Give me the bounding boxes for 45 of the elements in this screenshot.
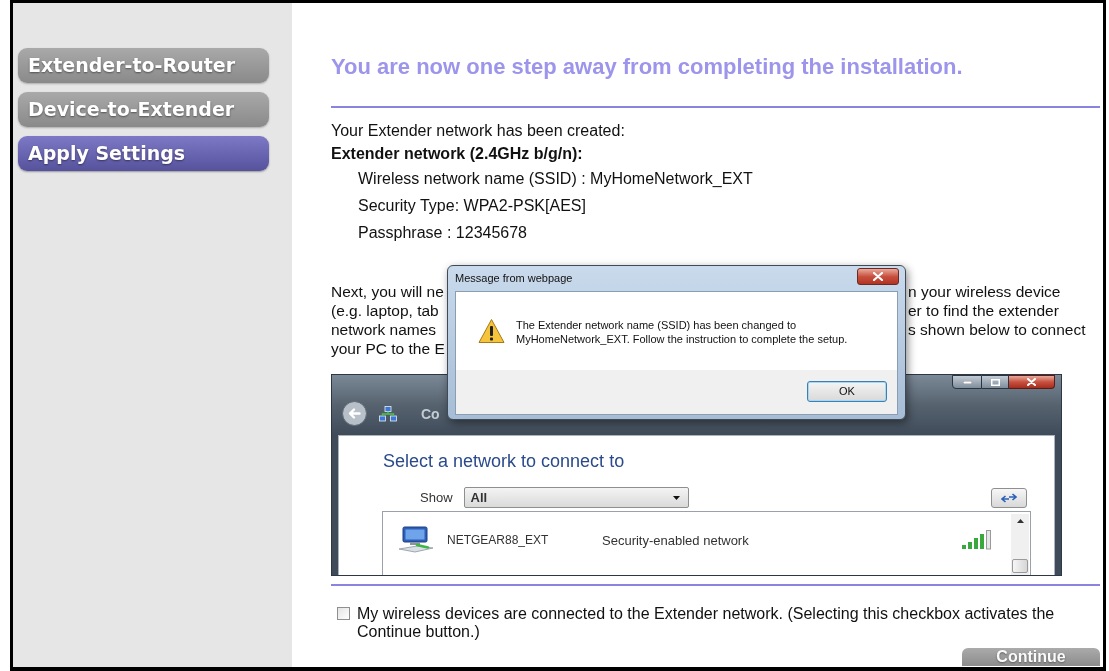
- maximize-icon: [990, 378, 1000, 386]
- section-heading: Extender network (2.4GHz b/g/n):: [331, 144, 583, 164]
- page-heading: You are now one step away from completing the installation.: [331, 54, 963, 80]
- scroll-thumb[interactable]: [1012, 559, 1028, 573]
- scrollbar[interactable]: [1011, 514, 1029, 575]
- ok-button[interactable]: OK: [807, 381, 887, 402]
- maximize-button[interactable]: [982, 375, 1009, 389]
- intro-text: Your Extender network has been created:: [331, 121, 625, 141]
- computer-network-icon: [397, 526, 435, 553]
- instruction-text: er to find the extender: [908, 301, 1059, 320]
- screenshot-heading: Select a network to connect to: [383, 450, 625, 472]
- instruction-text: s shown below to connect: [908, 320, 1086, 339]
- window-title: Co: [421, 404, 440, 423]
- close-button[interactable]: [857, 268, 899, 285]
- show-dropdown[interactable]: All: [463, 487, 689, 508]
- refresh-icon: [1001, 492, 1017, 503]
- dialog-message: The Extender network name (SSID) has been changed to MyHomeNetwork_EXT. Follow the instruction to complete the setup.: [516, 318, 848, 346]
- refresh-button[interactable]: [991, 487, 1027, 508]
- sidebar-item[interactable]: Extender-to-Router: [18, 48, 269, 83]
- network-icon: [379, 405, 397, 422]
- detail-text: Passphrase : 12345678: [358, 223, 527, 243]
- close-icon: [873, 272, 883, 281]
- dialog-title: Message from webpage: [455, 272, 573, 285]
- checkbox[interactable]: [337, 607, 350, 620]
- minimize-button[interactable]: [952, 375, 982, 389]
- dropdown-value: All: [470, 488, 488, 507]
- sidebar-item[interactable]: Apply Settings: [18, 136, 269, 171]
- detail-text: Wireless network name (SSID) : MyHomeNetwork_EXT: [358, 169, 753, 189]
- network-name: NETGEAR88_EXT: [447, 531, 549, 549]
- network-status: Security-enabled network: [602, 532, 749, 551]
- instruction-text: network names: [331, 320, 437, 339]
- close-icon: [1027, 378, 1036, 386]
- checkbox-label: My wireless devices are connected to the Extender network. (Selecting this checkbox activates the Continue button.): [357, 605, 1056, 641]
- warning-icon: [478, 318, 505, 344]
- instruction-text: your PC to the E: [331, 339, 445, 358]
- instruction-text: n your wireless device: [908, 282, 1061, 301]
- instruction-text: (e.g. laptop, tab: [331, 301, 439, 320]
- close-button[interactable]: [1009, 375, 1055, 389]
- caret-icon: [672, 495, 680, 500]
- detail-text: Security Type: WPA2-PSK[AES]: [358, 196, 586, 216]
- show-label: Show: [420, 488, 453, 507]
- sidebar-item[interactable]: Device-to-Extender: [18, 92, 269, 127]
- minimize-icon: [962, 380, 972, 384]
- instruction-text: Next, you will ne: [331, 282, 444, 301]
- scroll-up-icon: [1016, 519, 1024, 523]
